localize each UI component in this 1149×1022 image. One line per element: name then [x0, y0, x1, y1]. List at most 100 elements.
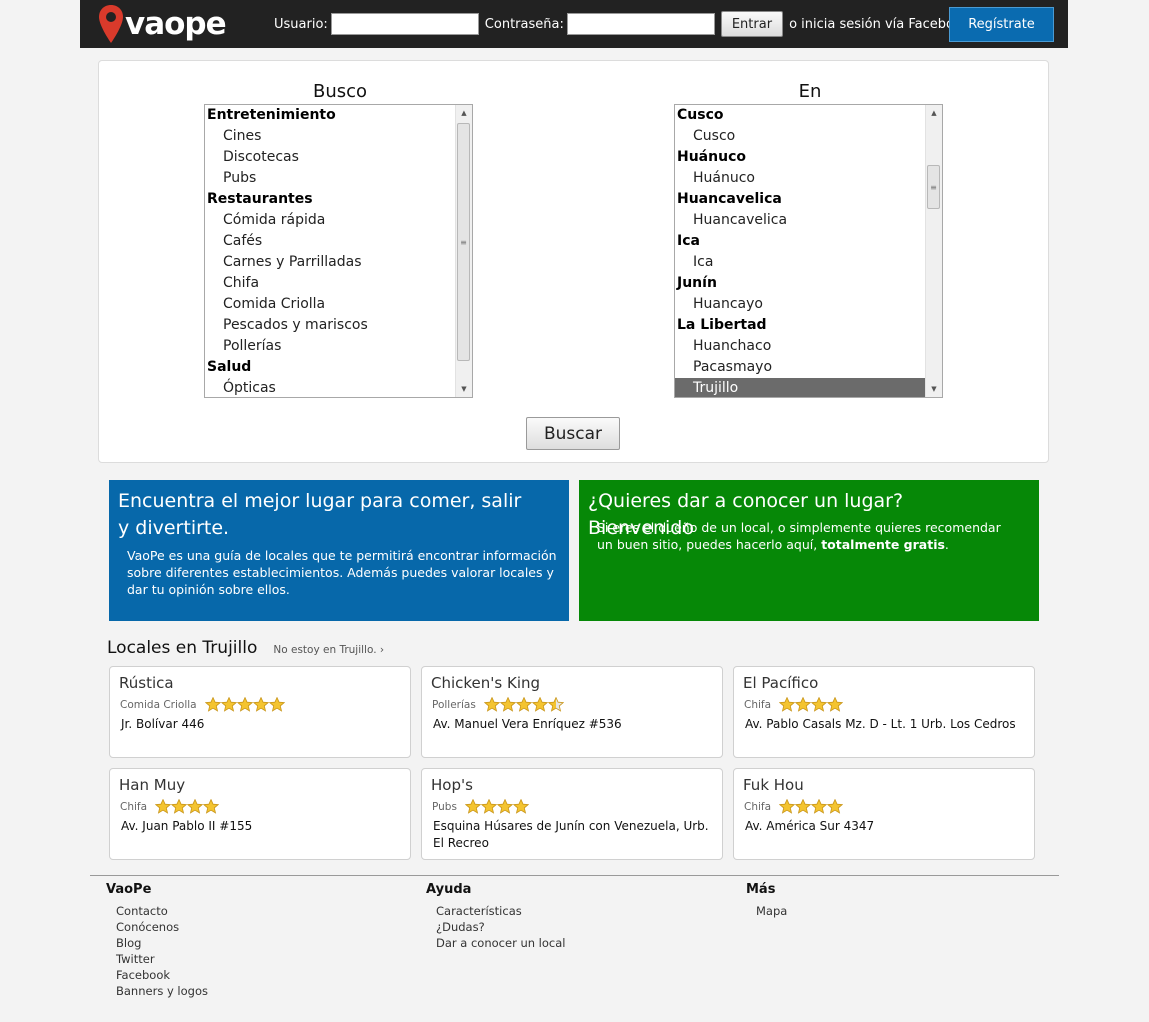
category-list: Entretenimiento Cines Discotecas Pubs Restau…	[205, 105, 455, 397]
local-card[interactable]: Rústica Comida Criolla Jr. Bolívar 446	[109, 666, 411, 758]
local-name[interactable]: Hop's	[431, 776, 473, 794]
local-name[interactable]: Rústica	[119, 674, 174, 692]
local-meta: Chifa	[120, 799, 220, 814]
footer-link[interactable]: Banners y logos	[116, 983, 208, 999]
local-card[interactable]: Chicken's King Pollerías Av. Manuel Vera…	[421, 666, 723, 758]
scroll-thumb[interactable]: ≡	[927, 165, 940, 209]
local-meta: Pubs	[432, 799, 529, 814]
star-icon	[204, 697, 221, 712]
promo-add-place[interactable]: ¿Quieres dar a conocer un lugar? Bienven…	[579, 480, 1039, 621]
star-icon	[779, 697, 796, 712]
list-option[interactable]: Chifa	[205, 273, 455, 294]
star-icon	[811, 799, 828, 814]
list-option[interactable]: Cómida rápida	[205, 210, 455, 231]
change-city-link[interactable]: No estoy en Trujillo. ›	[273, 644, 384, 656]
promo-discover: Encuentra el mejor lugar para comer, sal…	[109, 480, 569, 621]
rating-stars	[204, 697, 285, 712]
category-scrollbar[interactable]: ▲ ≡ ▼	[455, 105, 472, 397]
footer-link[interactable]: Características	[436, 903, 565, 919]
list-option[interactable]: Discotecas	[205, 147, 455, 168]
list-option[interactable]: Pacasmayo	[675, 357, 925, 378]
local-address: Esquina Húsares de Junín con Venezuela, …	[433, 819, 709, 850]
local-name[interactable]: Chicken's King	[431, 674, 540, 692]
locales-title: Locales en Trujillo	[107, 638, 258, 658]
list-option[interactable]: Huanchaco	[675, 336, 925, 357]
logo-text: vaope	[125, 6, 227, 42]
list-option[interactable]: Ica	[675, 252, 925, 273]
list-option[interactable]: Cafés	[205, 231, 455, 252]
location-scrollbar[interactable]: ▲ ≡ ▼	[925, 105, 942, 397]
local-address: Av. Manuel Vera Enríquez #536	[433, 717, 622, 731]
category-listbox[interactable]: Entretenimiento Cines Discotecas Pubs Restau…	[204, 104, 473, 398]
list-option[interactable]: Ópticas	[205, 378, 455, 397]
local-category: Pollerías	[432, 698, 476, 711]
search-panel: Busco En Entretenimiento Cines Discotecas P…	[98, 60, 1049, 463]
list-option[interactable]: Trujillo	[675, 378, 925, 397]
footer-link[interactable]: ¿Dudas?	[436, 919, 565, 935]
scroll-down-arrow-icon[interactable]: ▼	[456, 381, 472, 397]
footer-link[interactable]: Contacto	[116, 903, 208, 919]
scroll-thumb[interactable]: ≡	[457, 123, 470, 361]
scroll-down-arrow-icon[interactable]: ▼	[926, 381, 942, 397]
local-category: Chifa	[744, 698, 772, 711]
local-meta: Chifa	[744, 697, 844, 712]
search-button[interactable]: Buscar	[526, 417, 620, 450]
username-input[interactable]	[330, 13, 479, 35]
list-group-header: Junín	[677, 275, 717, 291]
list-option[interactable]: Comida Criolla	[205, 294, 455, 315]
footer-link[interactable]: Facebook	[116, 967, 208, 983]
local-card[interactable]: Hop's Pubs Esquina Húsares de Junín con …	[421, 768, 723, 860]
scroll-up-arrow-icon[interactable]: ▲	[926, 105, 942, 121]
list-option[interactable]: Huánuco	[675, 168, 925, 189]
footer-link[interactable]: Conócenos	[116, 919, 208, 935]
local-card[interactable]: Fuk Hou Chifa Av. América Sur 4347	[733, 768, 1035, 860]
list-group-header: Restaurantes	[207, 191, 313, 207]
list-option[interactable]: Pubs	[205, 168, 455, 189]
map-pin-icon	[99, 5, 123, 43]
location-listbox[interactable]: Cusco Cusco Huánuco Huánuco Huancavelica Huan…	[674, 104, 943, 398]
promo-text-end: .	[944, 537, 949, 552]
list-option[interactable]: Carnes y Parrilladas	[205, 252, 455, 273]
local-meta: Comida Criolla	[120, 697, 285, 712]
star-icon	[480, 799, 497, 814]
footer-col-vaope: VaoPe Contacto Conócenos Blog Twitter Facebo…	[106, 882, 208, 999]
rating-stars	[483, 697, 564, 712]
star-icon	[512, 799, 529, 814]
footer-link[interactable]: Twitter	[116, 951, 208, 967]
list-option[interactable]: Pescados y mariscos	[205, 315, 455, 336]
local-card[interactable]: Han Muy Chifa Av. Juan Pablo II #155	[109, 768, 411, 860]
footer-link[interactable]: Mapa	[756, 903, 787, 919]
footer-link[interactable]: Blog	[116, 935, 208, 951]
local-name[interactable]: Han Muy	[119, 776, 185, 794]
local-address: Av. Pablo Casals Mz. D - Lt. 1 Urb. Los …	[745, 717, 1016, 731]
logo[interactable]: vaope	[98, 4, 227, 44]
star-icon	[827, 697, 844, 712]
scroll-up-arrow-icon[interactable]: ▲	[456, 105, 472, 121]
rating-stars	[155, 799, 220, 814]
star-icon	[499, 697, 516, 712]
list-group-header: La Libertad	[677, 317, 767, 333]
en-title: En	[798, 81, 822, 102]
star-icon	[203, 799, 220, 814]
local-name[interactable]: El Pacífico	[743, 674, 818, 692]
list-option[interactable]: Cusco	[675, 126, 925, 147]
register-button[interactable]: Regístrate	[949, 7, 1054, 42]
star-icon	[483, 697, 500, 712]
list-option[interactable]: Huancayo	[675, 294, 925, 315]
footer-divider	[90, 875, 1059, 876]
star-icon	[795, 697, 812, 712]
local-name[interactable]: Fuk Hou	[743, 776, 804, 794]
star-icon	[187, 799, 204, 814]
footer-link[interactable]: Dar a conocer un local	[436, 935, 565, 951]
login-button[interactable]: Entrar	[720, 11, 784, 37]
local-card[interactable]: El Pacífico Chifa Av. Pablo Casals Mz. D…	[733, 666, 1035, 758]
promo-discover-text: VaoPe es una guía de locales que te perm…	[127, 548, 557, 597]
facebook-login-link[interactable]: o inicia sesión vía Facebook	[789, 17, 969, 32]
list-option[interactable]: Cines	[205, 126, 455, 147]
list-group-header: Huánuco	[677, 149, 746, 165]
list-option[interactable]: Huancavelica	[675, 210, 925, 231]
password-input[interactable]	[566, 13, 715, 35]
star-icon	[155, 799, 172, 814]
list-option[interactable]: Pollerías	[205, 336, 455, 357]
star-icon	[515, 697, 532, 712]
